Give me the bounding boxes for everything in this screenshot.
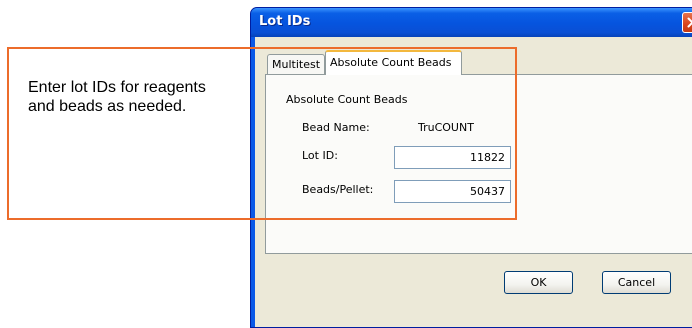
lot-id-input[interactable]: 11822 [394, 146, 511, 169]
ok-button[interactable]: OK [504, 271, 573, 294]
tab-multitest[interactable]: Multitest [267, 54, 325, 74]
screenshot-stage: Lot IDs Multitest Absolute Count Beads A… [0, 0, 692, 328]
tab-multitest-label: Multitest [272, 58, 321, 71]
lot-ids-dialog: Lot IDs Multitest Absolute Count Beads A… [250, 7, 692, 328]
callout-text: Enter lot IDs for reagents and beads as … [28, 79, 206, 115]
bead-name-value: TruCOUNT [418, 121, 474, 134]
beads-per-pellet-input[interactable]: 50437 [394, 180, 511, 203]
close-button[interactable] [682, 12, 692, 33]
dialog-client-area: Multitest Absolute Count Beads Absolute … [255, 37, 692, 327]
tab-absolute-count-beads-label: Absolute Count Beads [330, 56, 452, 69]
close-icon [687, 17, 692, 28]
beads-per-pellet-label: Beads/Pellet: [302, 183, 374, 196]
bead-name-label: Bead Name: [302, 121, 370, 134]
cancel-button[interactable]: Cancel [602, 271, 671, 294]
tab-panel: Absolute Count Beads Bead Name: TruCOUNT… [265, 74, 692, 254]
dialog-titlebar[interactable]: Lot IDs [251, 8, 692, 37]
dialog-title: Lot IDs [259, 14, 311, 29]
tab-absolute-count-beads[interactable]: Absolute Count Beads [325, 50, 462, 75]
group-label: Absolute Count Beads [286, 93, 408, 106]
lot-id-label: Lot ID: [302, 149, 338, 162]
